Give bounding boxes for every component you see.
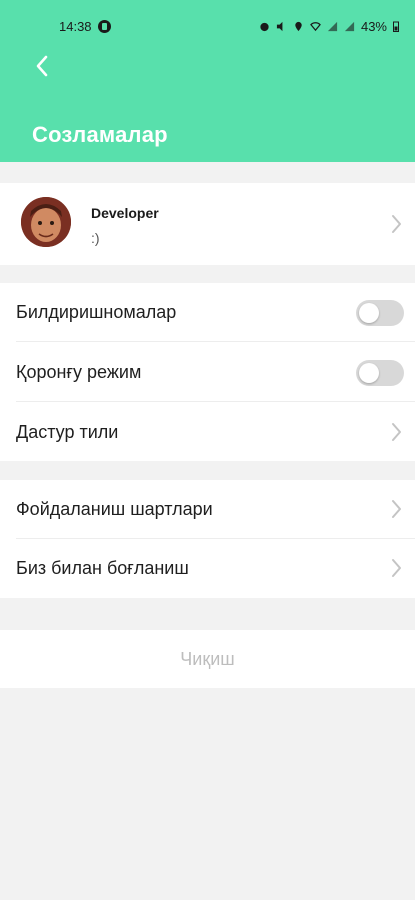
- dark-mode-label: Қоронғу режим: [16, 362, 142, 382]
- profile-status: :): [91, 230, 100, 246]
- chevron-right-icon: [392, 500, 401, 518]
- location-icon: [295, 21, 302, 32]
- dark-mode-toggle[interactable]: [356, 360, 404, 386]
- status-time: 14:38: [59, 19, 92, 34]
- info-card: Фойдаланиш шартлари Биз билан боғланиш: [0, 480, 415, 598]
- language-label: Дастур тили: [16, 422, 119, 442]
- terms-row[interactable]: Фойдаланиш шартлари: [0, 480, 415, 539]
- contact-label: Биз билан боғланиш: [16, 558, 189, 578]
- avatar: [21, 197, 71, 247]
- logout-label: Чиқиш: [180, 648, 235, 669]
- wifi-icon: [310, 22, 321, 32]
- chevron-right-icon: [392, 559, 401, 577]
- chevron-left-icon: [36, 55, 48, 77]
- signal-icon-2: [344, 21, 355, 32]
- divider: [16, 401, 415, 402]
- toggle-knob: [359, 363, 379, 383]
- terms-label: Фойдаланиш шартлари: [16, 499, 213, 519]
- notifications-row: Билдиришномалар: [0, 283, 415, 342]
- dark-mode-row: Қоронғу режим: [0, 343, 415, 402]
- status-bar: 14:38 43%: [0, 14, 415, 40]
- language-row[interactable]: Дастур тили: [0, 403, 415, 462]
- notifications-label: Билдиришномалар: [16, 302, 177, 322]
- mute-icon: [276, 21, 283, 32]
- chevron-right-icon: [392, 423, 401, 441]
- page-title: Созламалар: [32, 122, 168, 147]
- notifications-toggle[interactable]: [356, 300, 404, 326]
- divider: [16, 341, 415, 342]
- battery-icon: [393, 21, 399, 32]
- battery-percent: 43%: [360, 19, 387, 34]
- notification-icon: [97, 20, 111, 33]
- contact-row[interactable]: Биз билан боғланиш: [0, 539, 415, 598]
- settings-card: Билдиришномалар Қоронғу режим Дастур тил…: [0, 283, 415, 461]
- profile-name: Developer: [91, 205, 159, 221]
- back-button[interactable]: [26, 50, 58, 82]
- logout-button[interactable]: Чиқиш: [0, 630, 415, 688]
- toggle-knob: [359, 303, 379, 323]
- alarm-icon: [260, 22, 269, 32]
- profile-card[interactable]: Developer :): [0, 183, 415, 265]
- signal-icon: [327, 21, 338, 32]
- chevron-right-icon: [392, 215, 401, 233]
- app-header: 14:38 43% Созламалар: [0, 0, 415, 162]
